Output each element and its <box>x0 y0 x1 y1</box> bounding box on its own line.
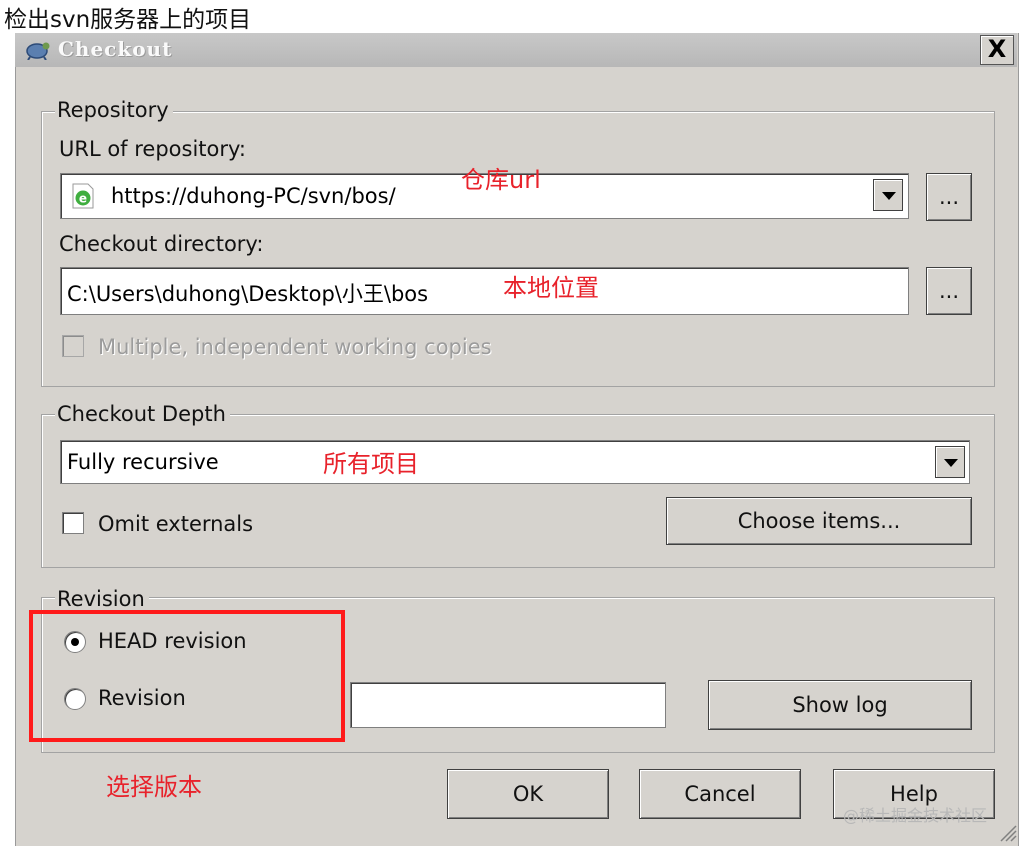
url-value: https://duhong-PC/svn/bos/ <box>111 184 396 208</box>
cancel-button[interactable]: Cancel <box>639 769 801 819</box>
checkout-directory-label: Checkout directory: <box>59 232 264 256</box>
omit-externals-checkbox[interactable] <box>62 512 84 534</box>
page-caption: 检出svn服务器上的项目 <box>4 7 252 33</box>
resize-grip-icon[interactable] <box>997 822 1017 842</box>
close-button[interactable]: X <box>980 35 1014 65</box>
window-title: Checkout <box>58 37 173 61</box>
depth-selected-value: Fully recursive <box>67 450 219 474</box>
url-browse-button[interactable]: ... <box>926 173 972 221</box>
depth-select[interactable]: Fully recursive <box>60 440 970 484</box>
depth-dropdown-arrow[interactable] <box>935 446 965 478</box>
ie-page-icon: e <box>72 183 94 209</box>
svg-text:e: e <box>79 192 87 206</box>
omit-externals-label: Omit externals <box>98 512 254 536</box>
watermark: @稀土掘金技术社区 <box>843 806 988 825</box>
multiple-copies-label: Multiple, independent working copies <box>98 335 492 359</box>
annotation-select-version: 选择版本 <box>106 773 202 801</box>
url-label: URL of repository: <box>59 137 246 161</box>
checkout-directory-value: C:\Users\duhong\Desktop\小王\bos <box>67 282 429 306</box>
annotation-local-location: 本地位置 <box>503 274 599 302</box>
tortoise-svn-icon <box>26 42 50 60</box>
multiple-copies-checkbox[interactable] <box>62 335 84 357</box>
revision-legend: Revision <box>55 587 149 611</box>
ok-button[interactable]: OK <box>447 769 609 819</box>
url-dropdown-arrow[interactable] <box>873 179 903 211</box>
directory-browse-button[interactable]: ... <box>926 267 972 315</box>
annotation-all-items: 所有项目 <box>323 450 419 478</box>
revision-number-input[interactable] <box>350 682 666 728</box>
annotation-repo-url: 仓库url <box>461 166 541 194</box>
choose-items-button[interactable]: Choose items... <box>666 497 972 545</box>
highlight-box <box>29 610 345 742</box>
checkout-depth-legend: Checkout Depth <box>55 402 230 426</box>
show-log-button[interactable]: Show log <box>708 680 972 730</box>
repository-legend: Repository <box>55 98 173 122</box>
checkout-directory-input[interactable]: C:\Users\duhong\Desktop\小王\bos <box>60 267 909 315</box>
